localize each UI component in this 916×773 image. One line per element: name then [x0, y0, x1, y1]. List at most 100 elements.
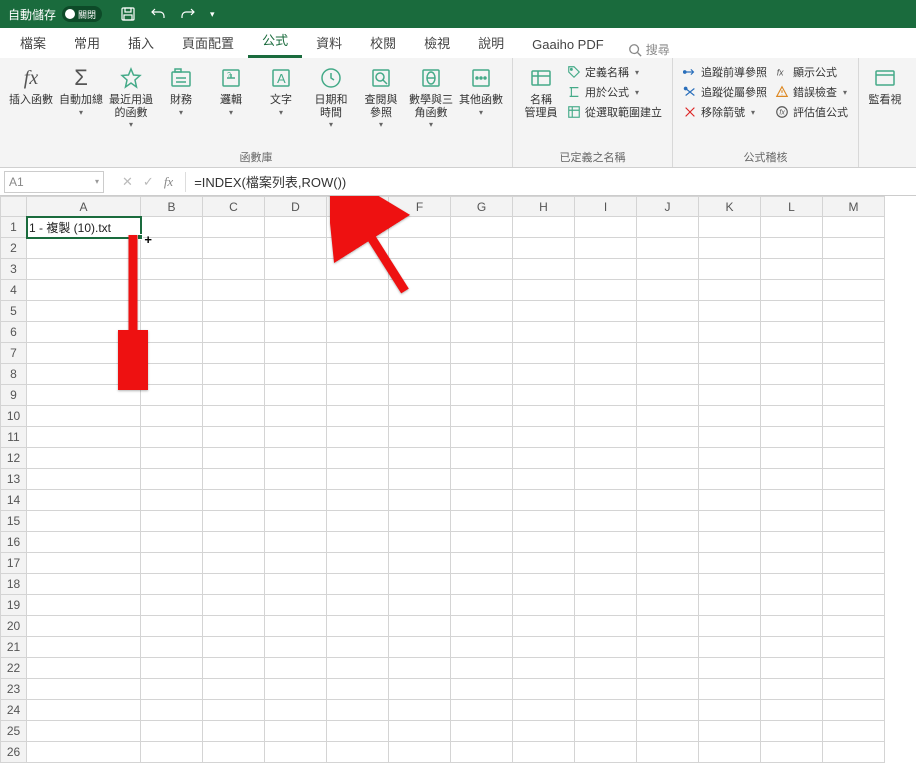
cell[interactable] [389, 679, 451, 700]
cell[interactable] [203, 742, 265, 763]
cell[interactable] [637, 427, 699, 448]
cell[interactable] [513, 595, 575, 616]
cell[interactable] [575, 511, 637, 532]
formula-input[interactable]: =INDEX(檔案列表,ROW()) [186, 168, 916, 195]
cell[interactable] [575, 658, 637, 679]
cell[interactable] [513, 616, 575, 637]
cell[interactable] [451, 658, 513, 679]
cell[interactable] [327, 490, 389, 511]
cell[interactable] [327, 322, 389, 343]
tab-help[interactable]: 說明 [464, 27, 518, 58]
row-header[interactable]: 5 [1, 301, 27, 322]
cell[interactable] [203, 658, 265, 679]
cell[interactable] [265, 490, 327, 511]
cell[interactable] [451, 343, 513, 364]
cell[interactable] [265, 259, 327, 280]
cell[interactable] [575, 448, 637, 469]
cell[interactable] [513, 364, 575, 385]
cell[interactable] [761, 301, 823, 322]
cell[interactable] [823, 280, 885, 301]
cell[interactable] [27, 742, 141, 763]
cell[interactable] [513, 553, 575, 574]
worksheet[interactable]: ABCDEFGHIJKLM11 - 複製 (10).txt+2345678910… [0, 196, 916, 773]
cell[interactable] [513, 280, 575, 301]
cell[interactable] [265, 553, 327, 574]
error-checking-button[interactable]: 錯誤檢查 ▾ [775, 84, 848, 100]
fill-handle[interactable] [137, 234, 143, 240]
cell[interactable] [637, 280, 699, 301]
cell[interactable] [141, 385, 203, 406]
cell[interactable] [27, 280, 141, 301]
cell[interactable] [27, 238, 141, 259]
cell[interactable] [637, 301, 699, 322]
name-manager-button[interactable]: 名稱 管理員 [519, 62, 563, 121]
cell[interactable] [699, 658, 761, 679]
cell[interactable] [513, 658, 575, 679]
cell[interactable] [451, 322, 513, 343]
cell[interactable] [575, 322, 637, 343]
tab-view[interactable]: 檢視 [410, 27, 464, 58]
cell[interactable] [265, 742, 327, 763]
cell[interactable] [141, 301, 203, 322]
cell[interactable] [327, 448, 389, 469]
cell[interactable] [327, 595, 389, 616]
cell[interactable] [637, 553, 699, 574]
cell[interactable] [265, 343, 327, 364]
column-header[interactable]: M [823, 197, 885, 217]
name-box[interactable]: A1 ▾ [4, 171, 104, 193]
cell[interactable] [513, 385, 575, 406]
cell[interactable] [761, 469, 823, 490]
cell[interactable] [513, 574, 575, 595]
cell[interactable] [451, 427, 513, 448]
cell[interactable] [823, 406, 885, 427]
evaluate-formula-button[interactable]: fx 評估值公式 [775, 104, 848, 120]
cell[interactable] [761, 217, 823, 238]
cell[interactable] [575, 721, 637, 742]
cell[interactable] [327, 511, 389, 532]
row-header[interactable]: 3 [1, 259, 27, 280]
cell[interactable] [637, 385, 699, 406]
cell[interactable] [575, 280, 637, 301]
cell[interactable] [27, 343, 141, 364]
cell[interactable] [513, 490, 575, 511]
cell[interactable] [451, 637, 513, 658]
cell[interactable] [265, 511, 327, 532]
row-header[interactable]: 2 [1, 238, 27, 259]
cell[interactable] [761, 343, 823, 364]
cell[interactable] [389, 280, 451, 301]
cell[interactable] [203, 406, 265, 427]
select-all-corner[interactable] [1, 197, 27, 217]
cell[interactable] [451, 616, 513, 637]
cell[interactable] [823, 532, 885, 553]
row-header[interactable]: 6 [1, 322, 27, 343]
cell[interactable] [699, 343, 761, 364]
row-header[interactable]: 7 [1, 343, 27, 364]
cell[interactable] [389, 364, 451, 385]
cell[interactable] [265, 322, 327, 343]
autosave-toggle[interactable]: 關閉 [62, 6, 102, 22]
insert-function-button[interactable]: fx 插入函數 [6, 62, 56, 109]
cell[interactable] [327, 427, 389, 448]
cell[interactable] [823, 322, 885, 343]
cell[interactable] [823, 700, 885, 721]
cell[interactable] [451, 700, 513, 721]
cell[interactable] [389, 343, 451, 364]
cell[interactable] [27, 700, 141, 721]
cell[interactable] [637, 700, 699, 721]
watch-window-button[interactable]: 監看視 [865, 62, 905, 109]
cell[interactable] [451, 553, 513, 574]
cell[interactable] [451, 217, 513, 238]
cell[interactable] [823, 616, 885, 637]
row-header[interactable]: 14 [1, 490, 27, 511]
cell[interactable] [203, 385, 265, 406]
cell[interactable] [327, 658, 389, 679]
cell[interactable] [451, 280, 513, 301]
cell[interactable] [203, 532, 265, 553]
cell[interactable] [823, 448, 885, 469]
enter-icon[interactable]: ✓ [143, 174, 154, 190]
cell[interactable] [699, 301, 761, 322]
cell[interactable] [823, 385, 885, 406]
cell[interactable] [389, 553, 451, 574]
cell[interactable] [389, 721, 451, 742]
cell[interactable] [451, 406, 513, 427]
